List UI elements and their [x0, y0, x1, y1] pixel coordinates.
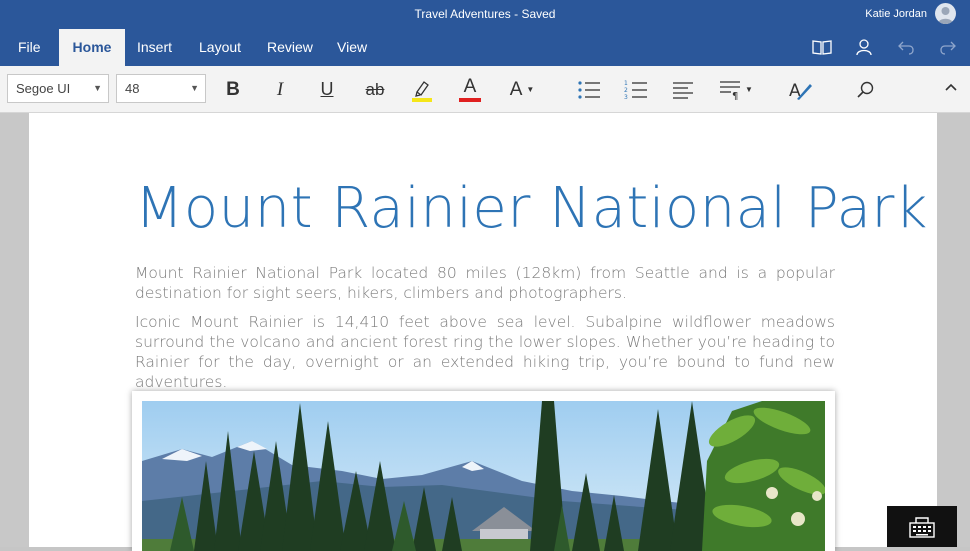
- highlighter-icon: [412, 80, 432, 102]
- chevron-down-icon: ▼: [190, 83, 199, 93]
- bullets-button[interactable]: [573, 75, 605, 104]
- align-left-icon: [673, 81, 693, 99]
- tab-review[interactable]: Review: [255, 29, 325, 66]
- strikethrough-icon: ab: [365, 79, 385, 99]
- chevron-down-icon: ▼: [745, 85, 753, 94]
- tab-home[interactable]: Home: [59, 29, 125, 66]
- font-name-value: Segoe UI: [16, 81, 71, 96]
- chevron-down-icon: ▼: [526, 85, 535, 94]
- home-ribbon: Segoe UI ▼ 48 ▼ B I U ab A A ▼ 1 2 3 ¶ ▼…: [0, 66, 970, 113]
- person-icon: [856, 39, 872, 56]
- title-bar: Travel Adventures - Saved Katie Jordan: [0, 0, 970, 29]
- font-color-letter: A: [463, 76, 477, 97]
- document-page[interactable]: Mount Rainier National Park Mount Rainie…: [29, 113, 937, 551]
- bold-icon: B: [226, 78, 240, 100]
- ribbon-tab-bar: File Home Insert Layout Review View: [0, 29, 970, 66]
- document-title: Travel Adventures - Saved: [414, 7, 556, 21]
- svg-text:1: 1: [624, 80, 628, 87]
- document-heading: Mount Rainier National Park: [135, 176, 928, 241]
- undo-icon: [898, 41, 914, 55]
- styles-button[interactable]: A: [785, 75, 817, 104]
- svg-text:2: 2: [624, 87, 628, 94]
- avatar[interactable]: [935, 3, 956, 24]
- tab-insert[interactable]: Insert: [125, 29, 184, 66]
- touch-keyboard-button[interactable]: [887, 506, 957, 547]
- font-format-dropdown[interactable]: A ▼: [502, 75, 542, 104]
- svg-text:3: 3: [624, 94, 628, 100]
- font-size-value: 48: [125, 81, 140, 96]
- landscape-illustration: [142, 401, 825, 551]
- font-color-swatch: [459, 98, 481, 102]
- collapse-ribbon-button[interactable]: [944, 80, 958, 99]
- redo-icon: [940, 41, 956, 55]
- user-account[interactable]: Katie Jordan: [865, 3, 956, 24]
- align-button[interactable]: [667, 75, 699, 104]
- strikethrough-button[interactable]: ab: [359, 75, 391, 104]
- mountain-photo-image: [142, 401, 825, 551]
- highlight-button[interactable]: [406, 75, 438, 104]
- underline-button[interactable]: U: [311, 75, 343, 104]
- numbered-list-icon: 1 2 3: [624, 80, 647, 100]
- search-icon: [857, 81, 874, 98]
- keyboard-icon: [909, 516, 935, 538]
- bold-button[interactable]: B: [217, 75, 249, 104]
- paragraph-icon: ¶: [720, 80, 741, 100]
- tab-file[interactable]: File: [6, 29, 53, 66]
- person-icon: [938, 7, 953, 24]
- reading-mode-button[interactable]: [810, 35, 834, 59]
- bullet-list-icon: [578, 80, 600, 99]
- mountain-photo[interactable]: [132, 391, 835, 551]
- svg-text:¶: ¶: [732, 91, 738, 100]
- styles-pen-icon: A: [789, 81, 812, 101]
- italic-button[interactable]: I: [264, 75, 296, 104]
- underline-icon: U: [320, 79, 334, 99]
- document-canvas[interactable]: Mount Rainier National Park Mount Rainie…: [0, 113, 970, 551]
- text-effects-icon: A: [509, 78, 523, 100]
- user-name: Katie Jordan: [865, 7, 927, 20]
- find-button[interactable]: [850, 75, 882, 104]
- chevron-up-icon: [945, 83, 957, 91]
- font-color-button[interactable]: A: [454, 75, 486, 104]
- font-color-icon: A: [459, 77, 481, 102]
- undo-button[interactable]: [894, 35, 918, 59]
- paragraph-1: Mount Rainier National Park located 80 m…: [135, 264, 835, 302]
- paragraph-2: Iconic Mount Rainier is 14,410 feet abov…: [135, 313, 835, 391]
- tab-layout[interactable]: Layout: [187, 29, 253, 66]
- tab-view[interactable]: View: [325, 29, 379, 66]
- title-actions: [810, 35, 960, 59]
- chevron-down-icon: ▼: [93, 83, 102, 93]
- redo-button[interactable]: [936, 35, 960, 59]
- font-name-dropdown[interactable]: Segoe UI ▼: [7, 74, 109, 103]
- numbering-button[interactable]: 1 2 3: [620, 75, 652, 104]
- font-size-dropdown[interactable]: 48 ▼: [116, 74, 206, 103]
- paragraph-format-dropdown[interactable]: ¶ ▼: [714, 75, 758, 104]
- share-button[interactable]: [852, 35, 876, 59]
- book-icon: [812, 40, 832, 55]
- italic-icon: I: [276, 78, 284, 100]
